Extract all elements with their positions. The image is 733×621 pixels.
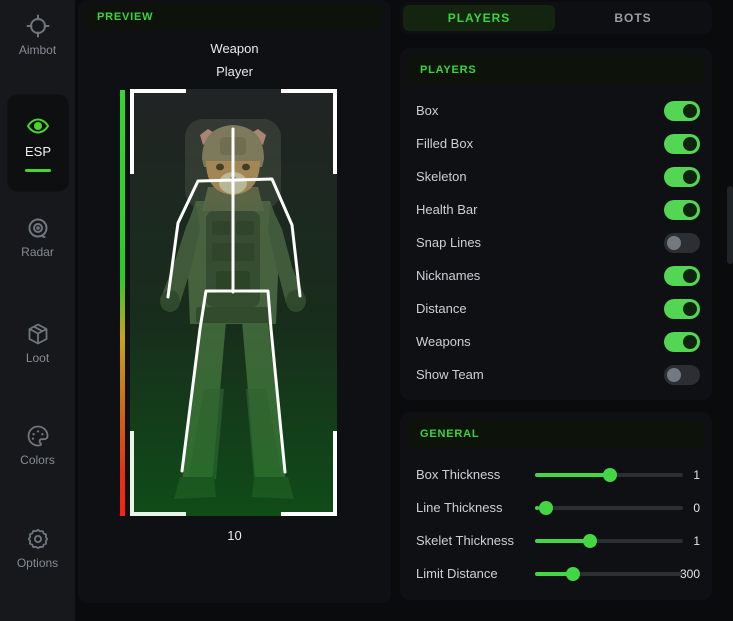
slider[interactable]: [535, 567, 683, 581]
toggle-label: Weapons: [416, 334, 664, 349]
toggle-row: Nicknames: [400, 259, 712, 292]
players-section: PLAYERS Box Filled Box Skeleton: [400, 48, 712, 400]
toggle-row: Health Bar: [400, 193, 712, 226]
preview-panel: PREVIEW Weapon Player: [78, 0, 391, 603]
slider-knob[interactable]: [566, 567, 580, 581]
toggle-row: Box: [400, 94, 712, 127]
toggle-label: Nicknames: [416, 268, 664, 283]
slider-row: Line Thickness 0: [400, 491, 712, 524]
slider-rows: Box Thickness 1 Line Thickness: [400, 458, 712, 590]
weapon-label: Weapon: [78, 41, 391, 56]
toggle-knob: [683, 335, 697, 349]
general-section-header: GENERAL: [408, 420, 704, 448]
toggle-row: Show Team: [400, 358, 712, 391]
toggle-switch[interactable]: [664, 266, 700, 286]
health-bar: [120, 90, 125, 516]
toggle-label: Box: [416, 103, 664, 118]
slider[interactable]: [535, 501, 683, 515]
slider-row: Limit Distance 300: [400, 557, 712, 590]
toggle-switch[interactable]: [664, 365, 700, 385]
tab[interactable]: PLAYERS: [403, 5, 555, 31]
tab[interactable]: BOTS: [557, 5, 709, 31]
sidebar-item-label: Colors: [20, 453, 55, 467]
slider-row: Skelet Thickness 1: [400, 524, 712, 557]
scrollbar-thumb[interactable]: [727, 186, 733, 264]
slider-knob[interactable]: [539, 501, 553, 515]
toggle-knob: [683, 170, 697, 184]
toggle-knob: [667, 368, 681, 382]
toggle-knob: [683, 137, 697, 151]
toggle-row: Filled Box: [400, 127, 712, 160]
toggle-label: Skeleton: [416, 169, 664, 184]
toggle-knob: [683, 302, 697, 316]
slider-fill: [535, 539, 588, 543]
sidebar-item-label: Options: [17, 556, 58, 570]
box-corner-bottom-left: [130, 431, 186, 516]
box-corner-bottom-right: [281, 431, 337, 516]
crosshair-icon: [26, 14, 50, 38]
distance-label: 10: [78, 528, 391, 543]
tab-bar: PLAYERS BOTS: [400, 2, 712, 34]
eye-icon: [26, 114, 50, 138]
active-indicator: [25, 169, 51, 172]
slider-knob[interactable]: [583, 534, 597, 548]
slider[interactable]: [535, 534, 683, 548]
esp-box-preview: [130, 89, 337, 516]
box-corner-top-right: [281, 89, 337, 174]
gear-icon: [26, 527, 50, 551]
preview-header: PREVIEW: [85, 5, 382, 30]
toggle-switch[interactable]: [664, 167, 700, 187]
slider[interactable]: [535, 468, 683, 482]
palette-icon: [26, 424, 50, 448]
box-corner-top-left: [130, 89, 186, 174]
slider-knob[interactable]: [603, 468, 617, 482]
sidebar-item[interactable]: ESP: [8, 95, 68, 191]
toggle-switch[interactable]: [664, 299, 700, 319]
slider-row: Box Thickness 1: [400, 458, 712, 491]
slider-fill: [535, 572, 569, 576]
slider-value: 1: [668, 468, 700, 482]
toggle-label: Distance: [416, 301, 664, 316]
esp-settings-window: Aimbot ESP Radar Loot: [0, 0, 733, 621]
slider-value: 300: [668, 567, 700, 581]
toggle-rows: Box Filled Box Skeleton Health Bar: [400, 94, 712, 391]
sidebar-item-label: Loot: [26, 351, 49, 365]
toggle-row: Distance: [400, 292, 712, 325]
toggle-row: Snap Lines: [400, 226, 712, 259]
sidebar-item-label: Radar: [21, 245, 54, 259]
toggle-knob: [683, 203, 697, 217]
sidebar-item-label: Aimbot: [19, 43, 56, 57]
radar-icon: [26, 216, 50, 240]
toggle-row: Skeleton: [400, 160, 712, 193]
sidebar-item[interactable]: Loot: [0, 322, 75, 365]
toggle-switch[interactable]: [664, 233, 700, 253]
toggle-knob: [683, 269, 697, 283]
toggle-knob: [683, 104, 697, 118]
toggle-switch[interactable]: [664, 101, 700, 121]
cube-icon: [26, 322, 50, 346]
sidebar-item[interactable]: Radar: [0, 216, 75, 259]
slider-fill: [535, 473, 610, 477]
toggle-switch[interactable]: [664, 332, 700, 352]
player-name-label: Player: [78, 64, 391, 79]
slider-value: 1: [668, 534, 700, 548]
sidebar-item[interactable]: Options: [0, 527, 75, 570]
slider-track[interactable]: [535, 506, 683, 510]
toggle-label: Snap Lines: [416, 235, 664, 250]
sidebar-item[interactable]: Colors: [0, 424, 75, 467]
toggle-knob: [667, 236, 681, 250]
sidebar: Aimbot ESP Radar Loot: [0, 0, 75, 621]
slider-value: 0: [668, 501, 700, 515]
sidebar-item-label: ESP: [25, 144, 51, 159]
sidebar-item[interactable]: Aimbot: [0, 14, 75, 57]
toggle-label: Filled Box: [416, 136, 664, 151]
toggle-switch[interactable]: [664, 200, 700, 220]
toggle-label: Health Bar: [416, 202, 664, 217]
toggle-row: Weapons: [400, 325, 712, 358]
general-section: GENERAL Box Thickness 1 Line Thickness: [400, 412, 712, 600]
players-section-header: PLAYERS: [408, 56, 704, 84]
toggle-label: Show Team: [416, 367, 664, 382]
toggle-switch[interactable]: [664, 134, 700, 154]
